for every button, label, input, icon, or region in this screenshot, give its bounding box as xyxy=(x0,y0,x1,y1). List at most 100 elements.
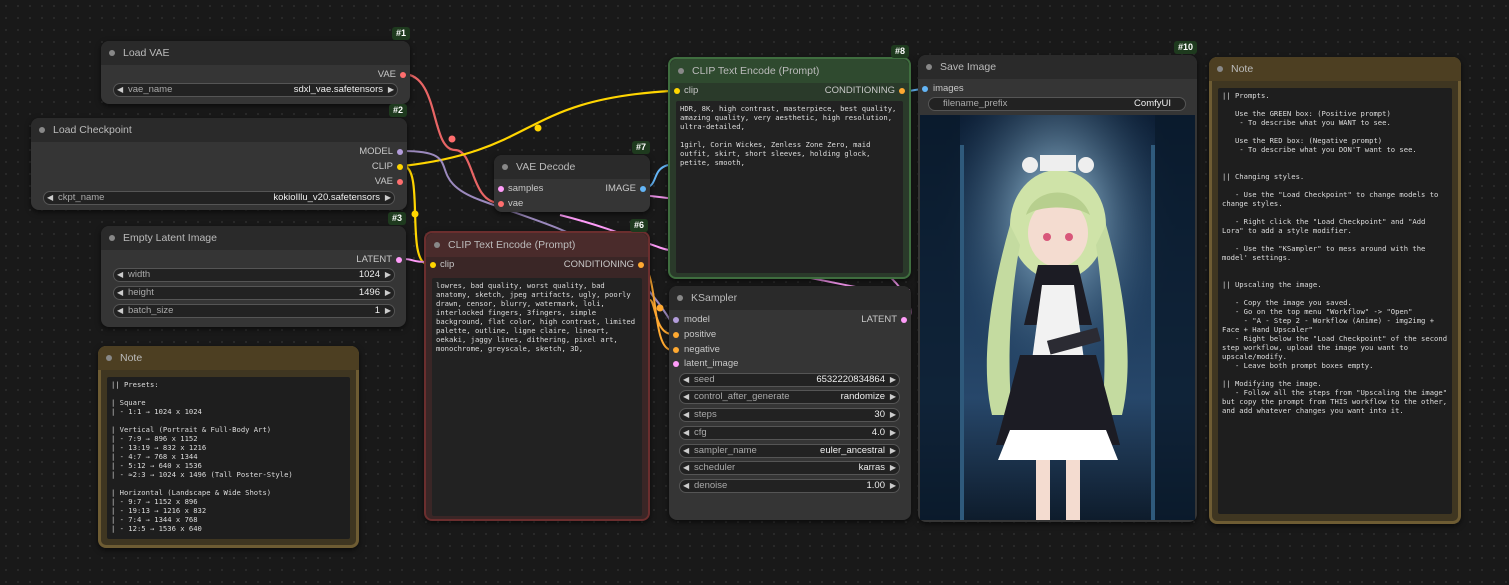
node-title[interactable]: Empty Latent Image xyxy=(101,226,406,250)
node-note-presets[interactable]: Note || Presets: | Square | - 1:1 → 1024… xyxy=(98,346,359,548)
input-clip-socket[interactable] xyxy=(430,262,436,268)
collapse-dot-icon[interactable] xyxy=(109,235,115,241)
output-model-socket[interactable] xyxy=(397,149,403,155)
output-latent-label: LATENT xyxy=(356,254,392,265)
output-vae-socket[interactable] xyxy=(397,179,403,185)
arrow-right-icon[interactable]: ▶ xyxy=(890,391,896,403)
output-conditioning-socket[interactable] xyxy=(899,88,905,94)
arrow-left-icon[interactable]: ◀ xyxy=(117,84,123,96)
output-clip-socket[interactable] xyxy=(397,164,403,170)
node-title[interactable]: VAE Decode xyxy=(494,155,650,179)
positive-prompt-textarea[interactable]: HDR, 8K, high contrast, masterpiece, bes… xyxy=(676,101,903,273)
reroute-dot xyxy=(448,135,456,143)
node-title[interactable]: CLIP Text Encode (Prompt) xyxy=(426,233,648,257)
output-image-preview[interactable] xyxy=(920,115,1195,520)
node-id-badge: #8 xyxy=(890,45,909,58)
node-ksampler[interactable]: KSampler model positive negative latent_… xyxy=(669,286,911,520)
arrow-right-icon[interactable]: ▶ xyxy=(890,480,896,492)
output-latent-socket[interactable] xyxy=(901,317,907,323)
note-textarea[interactable]: || Presets: | Square | - 1:1 → 1024 x 10… xyxy=(107,377,350,539)
ckpt-name-combo[interactable]: ◀ ckpt_name kokioIllu_v20.safetensors ▶ xyxy=(43,191,395,205)
arrow-right-icon[interactable]: ▶ xyxy=(385,305,391,317)
node-save-image[interactable]: #10 Save Image images filename_prefix Co… xyxy=(918,41,1197,522)
height-number[interactable]: ◀ height 1496 ▶ xyxy=(113,286,395,300)
arrow-left-icon[interactable]: ◀ xyxy=(117,287,123,299)
collapse-dot-icon[interactable] xyxy=(1217,66,1223,72)
output-image-socket[interactable] xyxy=(640,186,646,192)
collapse-dot-icon[interactable] xyxy=(502,164,508,170)
batch-size-number[interactable]: ◀ batch_size 1 ▶ xyxy=(113,304,395,318)
input-latent-label: latent_image xyxy=(684,358,739,369)
denoise-number[interactable]: ◀ denoise 1.00 ▶ xyxy=(679,479,900,493)
arrow-left-icon[interactable]: ◀ xyxy=(47,192,53,204)
steps-number[interactable]: ◀ steps 30 ▶ xyxy=(679,408,900,422)
arrow-left-icon[interactable]: ◀ xyxy=(117,305,123,317)
input-clip-label: clip xyxy=(684,85,699,96)
width-number[interactable]: ◀ width 1024 ▶ xyxy=(113,268,395,282)
arrow-right-icon[interactable]: ▶ xyxy=(385,192,391,204)
collapse-dot-icon[interactable] xyxy=(106,355,112,361)
node-clip-text-encode-positive[interactable]: #8 CLIP Text Encode (Prompt) clip CONDIT… xyxy=(668,45,911,279)
node-load-checkpoint[interactable]: #2 Load Checkpoint MODEL CLIP VAE ◀ ckpt… xyxy=(31,104,407,210)
node-title[interactable]: Save Image xyxy=(918,55,1197,79)
node-title[interactable]: CLIP Text Encode (Prompt) xyxy=(670,59,909,83)
output-latent-socket[interactable] xyxy=(396,257,402,263)
output-vae-socket[interactable] xyxy=(400,72,406,78)
arrow-left-icon[interactable]: ◀ xyxy=(683,445,689,457)
input-clip-socket[interactable] xyxy=(674,88,680,94)
input-clip-label: clip xyxy=(440,259,455,270)
node-title[interactable]: Note xyxy=(1209,57,1461,81)
filename-prefix-input[interactable]: filename_prefix ComfyUI xyxy=(928,97,1186,111)
output-vae-label: VAE xyxy=(374,176,393,187)
collapse-dot-icon[interactable] xyxy=(434,242,440,248)
arrow-right-icon[interactable]: ▶ xyxy=(385,269,391,281)
node-title[interactable]: Load Checkpoint xyxy=(31,118,407,142)
output-conditioning-socket[interactable] xyxy=(638,262,644,268)
collapse-dot-icon[interactable] xyxy=(109,50,115,56)
node-title[interactable]: Load VAE xyxy=(101,41,410,65)
negative-prompt-textarea[interactable]: lowres, bad quality, worst quality, bad … xyxy=(432,278,642,516)
sampler-name-combo[interactable]: ◀ sampler_name euler_ancestral ▶ xyxy=(679,444,900,458)
node-id-badge: #3 xyxy=(387,212,406,225)
arrow-left-icon[interactable]: ◀ xyxy=(683,391,689,403)
cfg-number[interactable]: ◀ cfg 4.0 ▶ xyxy=(679,426,900,440)
arrow-left-icon[interactable]: ◀ xyxy=(683,427,689,439)
arrow-right-icon[interactable]: ▶ xyxy=(890,427,896,439)
arrow-right-icon[interactable]: ▶ xyxy=(890,374,896,386)
collapse-dot-icon[interactable] xyxy=(926,64,932,70)
output-model-label: MODEL xyxy=(359,146,393,157)
note-textarea[interactable]: || Prompts. Use the GREEN box: (Positive… xyxy=(1218,88,1452,514)
input-vae-socket[interactable] xyxy=(498,201,504,207)
arrow-left-icon[interactable]: ◀ xyxy=(683,374,689,386)
arrow-left-icon[interactable]: ◀ xyxy=(683,409,689,421)
arrow-right-icon[interactable]: ▶ xyxy=(388,84,394,96)
input-images-socket[interactable] xyxy=(922,86,928,92)
input-model-socket[interactable] xyxy=(673,317,679,323)
arrow-right-icon[interactable]: ▶ xyxy=(385,287,391,299)
collapse-dot-icon[interactable] xyxy=(678,68,684,74)
node-id-badge: #10 xyxy=(1173,41,1197,54)
arrow-right-icon[interactable]: ▶ xyxy=(890,462,896,474)
node-title[interactable]: KSampler xyxy=(669,286,911,310)
arrow-right-icon[interactable]: ▶ xyxy=(890,445,896,457)
node-load-vae[interactable]: #1 Load VAE VAE ◀ vae_name sdxl_vae.safe… xyxy=(101,27,410,104)
input-positive-socket[interactable] xyxy=(673,332,679,338)
node-clip-text-encode-negative[interactable]: #6 CLIP Text Encode (Prompt) clip CONDIT… xyxy=(424,219,650,521)
node-title[interactable]: Note xyxy=(98,346,359,370)
collapse-dot-icon[interactable] xyxy=(39,127,45,133)
vae-name-combo[interactable]: ◀ vae_name sdxl_vae.safetensors ▶ xyxy=(113,83,398,97)
node-vae-decode[interactable]: #7 VAE Decode samples vae IMAGE xyxy=(494,141,650,212)
arrow-left-icon[interactable]: ◀ xyxy=(117,269,123,281)
seed-number[interactable]: ◀ seed 653222083486​4 ▶ xyxy=(679,373,900,387)
node-empty-latent-image[interactable]: #3 Empty Latent Image LATENT ◀ width 1024 ▶… xyxy=(101,212,406,327)
arrow-left-icon[interactable]: ◀ xyxy=(683,480,689,492)
arrow-left-icon[interactable]: ◀ xyxy=(683,462,689,474)
input-negative-socket[interactable] xyxy=(673,347,679,353)
arrow-right-icon[interactable]: ▶ xyxy=(890,409,896,421)
node-note-help[interactable]: Note || Prompts. Use the GREEN box: (Pos… xyxy=(1209,57,1461,524)
input-latent-socket[interactable] xyxy=(673,361,679,367)
scheduler-combo[interactable]: ◀ scheduler karras ▶ xyxy=(679,461,900,475)
input-samples-socket[interactable] xyxy=(498,186,504,192)
control-after-generate-combo[interactable]: ◀ control_after_generate randomize ▶ xyxy=(679,390,900,404)
collapse-dot-icon[interactable] xyxy=(677,295,683,301)
